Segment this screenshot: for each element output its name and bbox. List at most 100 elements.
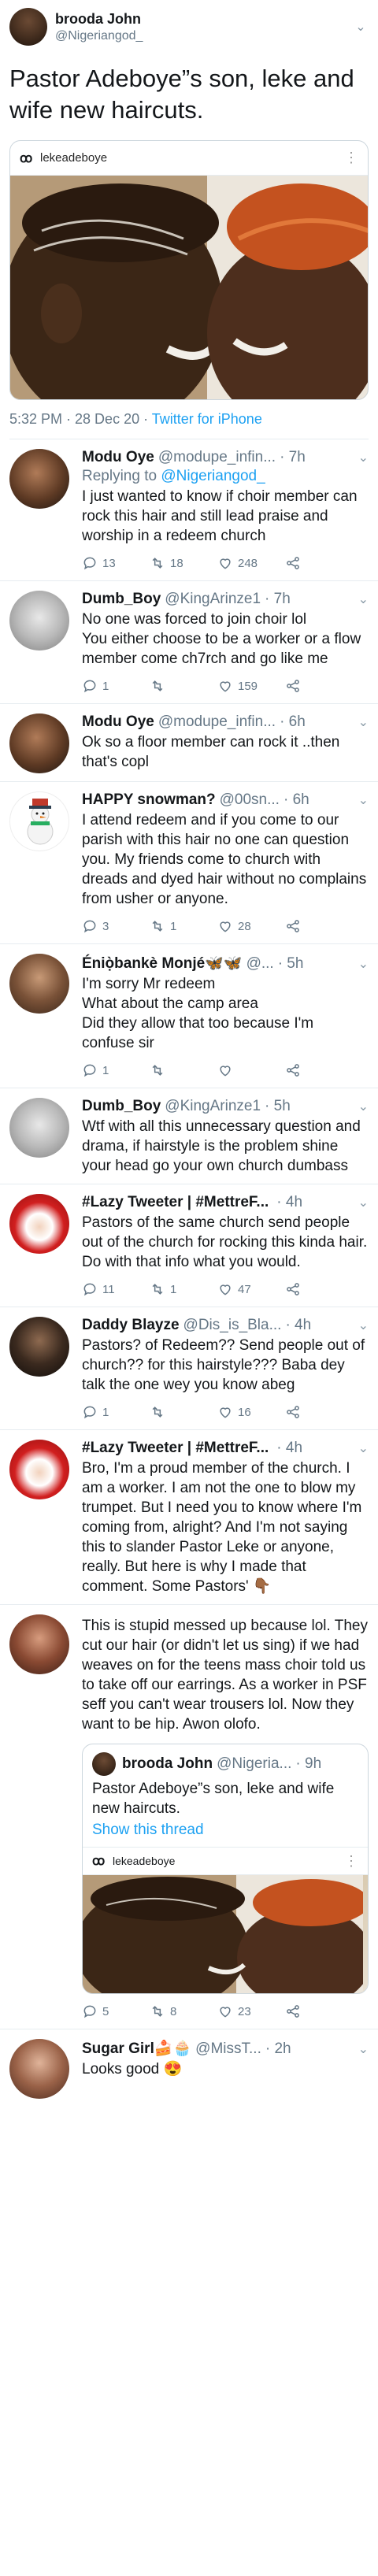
like-button[interactable]: 28 [217,918,285,934]
chevron-down-icon[interactable]: ⌄ [354,1318,369,1333]
reply-author-handle[interactable]: @... [246,955,274,973]
list-item[interactable]: Dumb_Boy @KingArinze1 · 5h ⌄ Wtf with all t… [0,1088,378,1184]
share-button[interactable] [285,555,309,571]
reply-button[interactable]: 11 [82,1281,150,1297]
chevron-down-icon[interactable]: ⌄ [353,19,369,35]
reply-author-handle[interactable]: @Dis_is_Bla... [183,1317,282,1334]
reply-author-handle[interactable]: @KingArinze1 [165,1098,261,1115]
avatar[interactable] [92,1752,116,1776]
avatar[interactable] [9,2039,69,2099]
list-item[interactable]: HAPPY snowman? @00sn... · 6h ⌄ I attend red… [0,782,378,944]
chevron-down-icon[interactable]: ⌄ [354,591,369,607]
avatar[interactable] [9,1614,69,1674]
share-button[interactable] [285,678,309,694]
reply-author-handle[interactable]: @modupe_infin... [158,713,276,731]
replying-to-handle[interactable]: @Nigeriangod_ [161,468,265,484]
quoted-tweet[interactable]: brooda John @Nigeria... · 9h Pastor Adeb… [82,1744,369,1994]
list-item[interactable]: #Lazy Tweeter | #MettreF... · 4h ⌄ Bro, I'… [0,1430,378,1605]
instagram-card[interactable]: ꝏ lekeadeboye ⋮ [9,140,369,400]
reply-author-name[interactable]: Dumb_Boy [82,591,161,608]
share-button[interactable] [285,1404,309,1420]
avatar[interactable] [9,8,47,46]
list-item[interactable]: #Lazy Tweeter | #MettreF... · 4h ⌄ Pastors… [0,1184,378,1307]
avatar[interactable] [9,1440,69,1499]
tweet-time[interactable]: 5:32 PM · 28 Dec 20 · [9,411,152,427]
reply-author-name[interactable]: Sugar Girl🍰🧁 [82,2039,191,2058]
avatar[interactable] [9,791,69,851]
reply-button[interactable]: 1 [82,1062,150,1078]
reply-author-name[interactable]: #Lazy Tweeter | #MettreF... [82,1440,269,1457]
chevron-down-icon[interactable]: ⌄ [354,956,369,972]
reply-author-name[interactable]: HAPPY snowman? [82,791,216,809]
chevron-down-icon[interactable]: ⌄ [354,1195,369,1210]
instagram-photo[interactable] [83,1875,368,1993]
retweet-button[interactable]: 18 [150,555,217,571]
list-item[interactable]: Sugar Girl🍰🧁 @MissT... · 2h ⌄ Looks good 😍 [0,2029,378,2107]
reply-author-handle[interactable]: @modupe_infin... [158,449,276,466]
retweet-button[interactable] [150,1404,217,1420]
retweet-button[interactable] [150,1062,217,1078]
tweet-source[interactable]: Twitter for iPhone [152,411,262,427]
like-button[interactable]: 23 [217,2003,285,2019]
reply-button[interactable]: 1 [82,678,150,694]
instagram-photo[interactable] [10,176,368,399]
avatar[interactable] [9,449,69,509]
list-item[interactable]: Modu Oye @modupe_infin... · 7h ⌄ Replying t… [0,439,378,581]
reply-author-name[interactable]: Modu Oye [82,449,154,466]
share-button[interactable] [285,1281,309,1297]
reply-author-name[interactable]: #Lazy Tweeter | #MettreF... [82,1194,269,1211]
share-button[interactable] [285,2003,309,2019]
retweet-button[interactable]: 1 [150,918,217,934]
like-count: 23 [238,2004,251,2018]
chevron-down-icon[interactable]: ⌄ [354,2041,369,2057]
reply-button[interactable]: 5 [82,2003,150,2019]
reply-button[interactable]: 3 [82,918,150,934]
list-item[interactable]: Daddy Blayze @Dis_is_Bla... · 4h ⌄ Pastors?… [0,1307,378,1430]
avatar[interactable] [9,1098,69,1158]
avatar[interactable] [9,591,69,650]
list-item[interactable]: Modu Oye @modupe_infin... · 6h ⌄ Ok so a fl… [0,704,378,782]
reply-author-handle[interactable]: @MissT... [195,2040,261,2058]
quoted-author-handle[interactable]: @Nigeria... [217,1755,291,1773]
show-thread-link[interactable]: Show this thread [83,1818,368,1847]
more-icon[interactable]: ⋮ [344,150,358,166]
quoted-tweet-header: brooda John @Nigeria... · 9h [83,1744,368,1776]
avatar[interactable] [9,1317,69,1377]
more-icon[interactable]: ⋮ [344,1853,358,1870]
quoted-author-name[interactable]: brooda John [122,1755,213,1773]
like-button[interactable]: 248 [217,555,285,571]
chevron-down-icon[interactable]: ⌄ [354,792,369,808]
retweet-button[interactable]: 8 [150,2003,217,2019]
author-name[interactable]: brooda John [55,11,353,28]
reply-author-name[interactable]: Dumb_Boy [82,1098,161,1115]
instagram-username[interactable]: lekeadeboye [40,151,107,165]
reply-author-handle[interactable]: @00sn... [220,791,280,809]
like-button[interactable]: 159 [217,678,285,694]
chevron-down-icon[interactable]: ⌄ [354,714,369,730]
author-handle[interactable]: @Nigeriangod_ [55,29,353,43]
retweet-button[interactable]: 1 [150,1281,217,1297]
share-button[interactable] [285,918,309,934]
reply-author-name[interactable]: Daddy Blayze [82,1317,180,1334]
list-item[interactable]: This is stupid messed up because lol. Th… [0,1605,378,2029]
author[interactable]: brooda John @Nigeriangod_ [55,11,353,43]
share-button[interactable] [285,1062,309,1078]
like-button[interactable]: 47 [217,1281,285,1297]
like-button[interactable]: 16 [217,1404,285,1420]
reply-author-handle[interactable]: @KingArinze1 [165,591,261,608]
list-item[interactable]: Dumb_Boy @KingArinze1 · 7h ⌄ No one was for… [0,581,378,704]
avatar[interactable] [9,1194,69,1254]
retweet-button[interactable] [150,678,217,694]
list-item[interactable]: Éniọ̀bankè Monjé🦋🦋 @... · 5h ⌄ I'm sorry Mr… [0,944,378,1088]
chevron-down-icon[interactable]: ⌄ [354,1099,369,1114]
avatar[interactable] [9,713,69,773]
chevron-down-icon[interactable]: ⌄ [354,450,369,465]
reply-button[interactable]: 13 [82,555,150,571]
like-button[interactable] [217,1062,285,1078]
instagram-username[interactable]: lekeadeboye [113,1855,175,1867]
reply-button[interactable]: 1 [82,1404,150,1420]
reply-author-name[interactable]: Éniọ̀bankè Monjé🦋🦋 [82,954,243,973]
reply-author-name[interactable]: Modu Oye [82,713,154,731]
chevron-down-icon[interactable]: ⌄ [354,1440,369,1456]
avatar[interactable] [9,954,69,1014]
